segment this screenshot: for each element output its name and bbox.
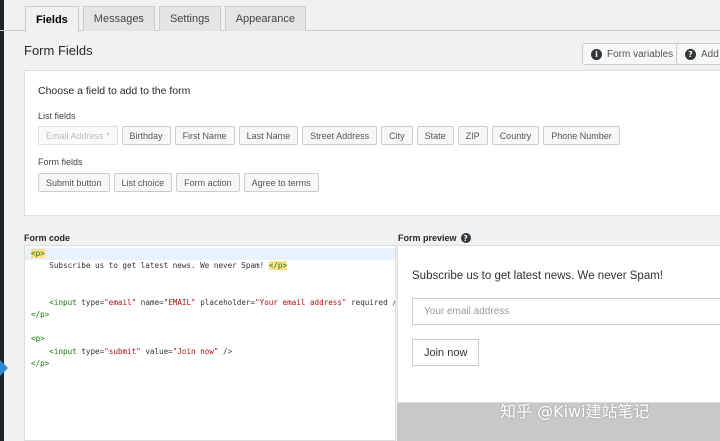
field-button-list-choice[interactable]: List choice [113,173,173,192]
form-preview-label-text: Form preview [398,233,457,243]
preview-email-input[interactable]: Your email address [412,298,720,325]
field-button-street-address[interactable]: Street Address [302,126,378,145]
form-code-editor[interactable]: <p> Subscribe us to get latest news. We … [24,245,396,441]
tab-bar: Fields Messages Settings Appearance [25,6,307,32]
form-fields-label: Form fields [38,157,83,167]
field-button-state[interactable]: State [416,126,454,145]
preview-intro-text: Subscribe us to get latest news. We neve… [412,270,663,282]
field-chooser-panel: Choose a field to add to the form List f… [24,70,720,216]
tab-appearance[interactable]: Appearance [224,6,307,31]
field-button-first-name[interactable]: First Name [174,126,235,145]
code-line: <input type="submit" value="Join now" /> [49,346,233,356]
field-button-agree-to-terms[interactable]: Agree to terms [243,173,319,192]
code-line: </p> [31,309,50,319]
form-preview-label: Form preview ? [398,233,471,243]
form-variables-label: Form variables [607,48,674,60]
help-icon[interactable]: ? [460,233,471,243]
preview-join-button[interactable]: Join now [412,339,480,366]
field-button-email[interactable]: Email Address * [38,126,118,145]
form-code-label: Form code [24,233,70,243]
field-button-form-action[interactable]: Form action [176,173,240,192]
field-button-country[interactable]: Country [491,126,540,145]
add-label: Add [701,48,719,60]
field-button-birthday[interactable]: Birthday [121,126,171,145]
field-button-zip[interactable]: ZIP [457,126,488,145]
list-fields-label: List fields [38,111,76,121]
form-variables-button[interactable]: i Form variables [582,43,683,65]
form-preview-panel: Subscribe us to get latest news. We neve… [397,245,720,403]
page-title: Form Fields [24,43,93,58]
code-line: <input type="email" name="EMAIL" placeho… [49,297,396,307]
info-icon: i [591,48,602,60]
add-field-help-button[interactable]: ? Add [676,43,720,65]
code-line: <p> [25,248,395,261]
code-line: </p> [31,358,50,368]
list-fields-row: Email Address * Birthday First Name Last… [38,126,620,145]
field-button-last-name[interactable]: Last Name [238,126,299,145]
form-fields-row: Submit button List choice Form action Ag… [38,173,319,192]
field-button-submit[interactable]: Submit button [38,173,110,192]
code-line: Subscribe us to get latest news. We neve… [31,261,288,271]
field-chooser-heading: Choose a field to add to the form [38,85,191,97]
tab-fields[interactable]: Fields [25,6,79,32]
collapse-arrow-icon[interactable] [0,360,8,376]
tab-messages[interactable]: Messages [82,6,155,31]
tab-settings[interactable]: Settings [158,6,221,31]
field-button-city[interactable]: City [381,126,413,145]
code-line: <p> [31,334,45,344]
watermark: 知乎 @Kiwi建站笔记 [500,402,650,421]
field-button-phone-number[interactable]: Phone Number [543,126,620,145]
help-icon: ? [685,48,696,60]
form-code-label-text: Form code [24,233,71,243]
